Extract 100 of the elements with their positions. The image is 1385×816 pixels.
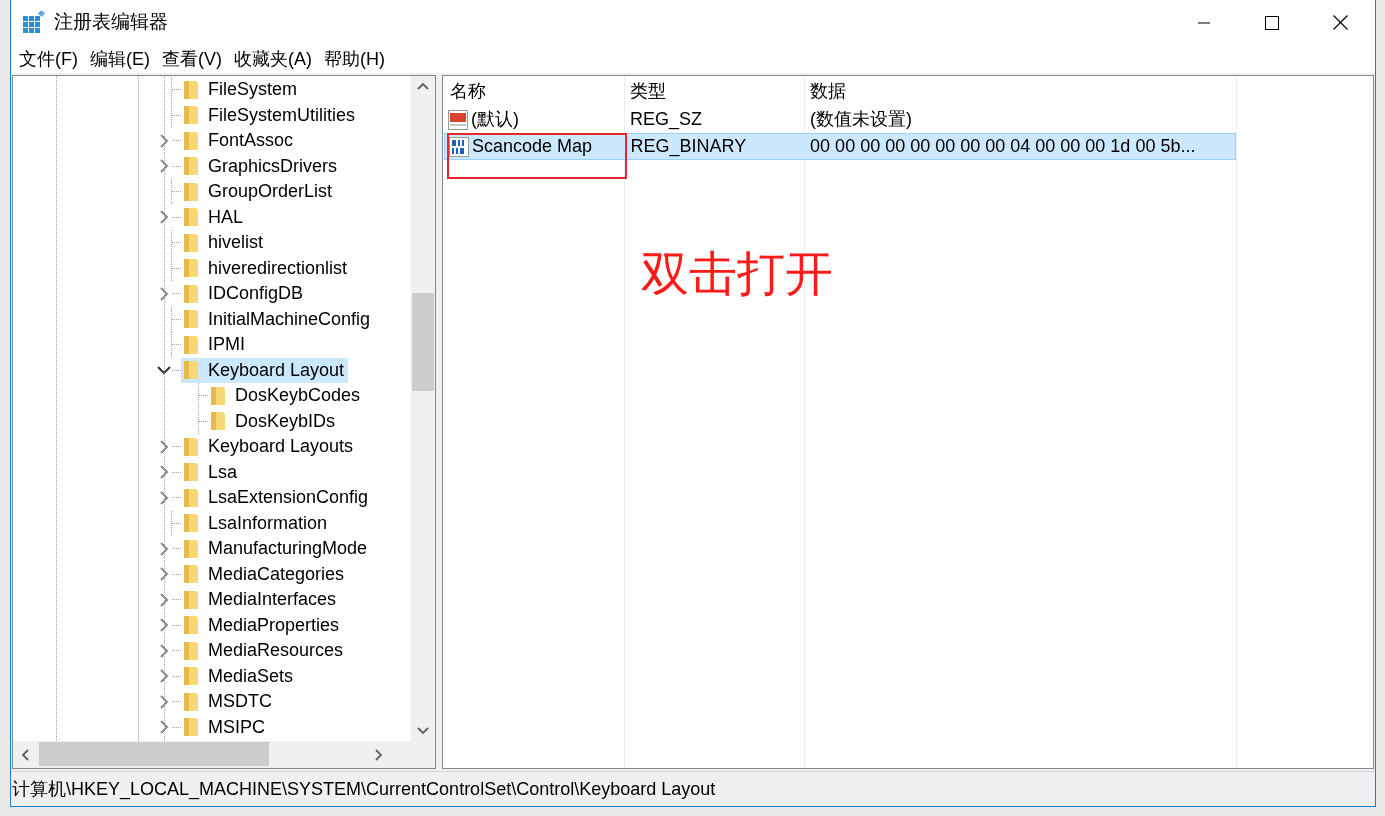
vertical-scrollbar[interactable] xyxy=(411,76,435,741)
annotation-text: 双击打开 xyxy=(641,248,833,301)
registry-editor-icon xyxy=(22,10,46,35)
column-header[interactable]: 名称 xyxy=(444,77,624,105)
folder-icon xyxy=(183,538,199,559)
tree-item[interactable]: InitialMachineConfig xyxy=(181,306,375,332)
column-header[interactable]: 数据 xyxy=(804,77,1236,105)
folder-icon xyxy=(210,411,226,432)
folder-icon xyxy=(210,385,226,406)
folder-icon xyxy=(183,462,199,483)
tree-item[interactable]: HAL xyxy=(181,204,247,230)
folder-icon xyxy=(183,487,199,508)
tree-item[interactable]: IDConfigDB xyxy=(181,281,308,307)
tree-item[interactable]: MediaCategories xyxy=(181,561,349,587)
tree-item[interactable]: FontAssoc xyxy=(181,128,298,154)
menu-item[interactable]: 帮助(H) xyxy=(322,45,392,73)
tree-item[interactable]: Keyboard Layout xyxy=(181,357,349,383)
menu-item[interactable]: 编辑(E) xyxy=(88,45,157,73)
scroll-right-icon xyxy=(375,748,383,761)
minimize-icon xyxy=(1198,21,1210,24)
chevron-right-icon xyxy=(159,567,169,582)
folder-icon xyxy=(183,309,199,330)
chevron-right-icon xyxy=(159,643,169,658)
tree-item[interactable]: DosKeybCodes xyxy=(208,383,365,409)
table-cell-text: (数值未设置) xyxy=(809,108,913,131)
scroll-down-icon xyxy=(417,727,429,735)
folder-icon xyxy=(183,207,199,228)
tree-item[interactable]: GraphicsDrivers xyxy=(181,153,342,179)
folder-icon xyxy=(183,79,199,100)
scroll-up-icon xyxy=(417,82,429,90)
chevron-right-icon xyxy=(159,592,169,607)
horizontal-scrollbar[interactable] xyxy=(13,741,411,768)
tree-item[interactable]: ManufacturingMode xyxy=(181,536,372,562)
folder-icon xyxy=(183,258,199,279)
maximize-icon xyxy=(1265,15,1279,30)
menu-item[interactable]: 收藏夹(A) xyxy=(232,45,319,73)
menu-item[interactable]: 文件(F) xyxy=(17,45,85,73)
chevron-right-icon xyxy=(159,669,169,684)
window-title: 注册表编辑器 xyxy=(54,10,168,35)
scroll-thumb[interactable] xyxy=(39,742,269,766)
tree-item[interactable]: GroupOrderList xyxy=(181,179,337,205)
tree-item[interactable]: IPMI xyxy=(181,332,249,358)
tree-item[interactable]: MSIPC xyxy=(181,714,269,740)
string-value-icon xyxy=(448,109,468,130)
chevron-right-icon xyxy=(159,694,169,709)
tree-item[interactable]: Lsa xyxy=(181,459,242,485)
folder-icon xyxy=(183,156,199,177)
status-path: 计算机\HKEY_LOCAL_MACHINE\SYSTEM\CurrentControlSet\Control\Keyboard Layout xyxy=(12,777,716,802)
tree-item[interactable]: DosKeybIDs xyxy=(208,408,340,434)
value-name: Scancode Map xyxy=(472,135,593,158)
chevron-right-icon xyxy=(159,159,169,174)
table-cell-text: REG_BINARY xyxy=(629,135,748,159)
folder-icon xyxy=(183,436,199,457)
scroll-left-icon xyxy=(21,748,29,761)
column-header[interactable]: 类型 xyxy=(624,77,804,105)
folder-icon xyxy=(183,283,199,304)
chevron-right-icon xyxy=(159,490,169,505)
folder-icon xyxy=(183,130,199,151)
chevron-right-icon xyxy=(159,133,169,148)
folder-icon xyxy=(183,564,199,585)
menu-item[interactable]: 查看(V) xyxy=(160,45,229,73)
folder-icon xyxy=(183,666,199,687)
chevron-right-icon xyxy=(159,465,169,480)
table-cell-text: REG_SZ xyxy=(629,108,704,132)
chevron-right-icon xyxy=(159,541,169,556)
tree-item[interactable]: LsaInformation xyxy=(181,510,332,536)
chevron-right-icon xyxy=(159,286,169,301)
tree-item[interactable]: MediaInterfaces xyxy=(181,587,341,613)
folder-icon xyxy=(183,360,199,381)
folder-icon xyxy=(183,334,199,355)
chevron-right-icon xyxy=(159,439,169,454)
chevron-right-icon xyxy=(159,618,169,633)
folder-icon xyxy=(183,232,199,253)
binary-value-icon xyxy=(449,136,469,157)
folder-icon xyxy=(183,513,199,534)
chevron-right-icon xyxy=(159,720,169,735)
folder-icon xyxy=(183,105,199,126)
folder-icon xyxy=(183,181,199,202)
tree-item[interactable]: MediaResources xyxy=(181,638,348,664)
folder-icon xyxy=(183,589,199,610)
tree-item[interactable]: FileSystem xyxy=(181,77,301,103)
tree-item[interactable]: MediaSets xyxy=(181,663,298,689)
tree-item[interactable]: hivelist xyxy=(181,230,268,256)
value-name: (默认) xyxy=(471,108,519,131)
folder-icon xyxy=(183,640,199,661)
folder-icon xyxy=(183,615,199,636)
tree-item[interactable]: hiveredirectionlist xyxy=(181,255,352,281)
tree-item[interactable]: FileSystemUtilities xyxy=(181,102,360,128)
value-row[interactable]: Scancode Map REG_BINARY 00 00 00 00 00 00 00 00 04 00 00 00 1d 00 5b... xyxy=(444,133,1236,160)
folder-icon xyxy=(183,717,199,738)
table-cell-text: 00 00 00 00 00 00 00 00 04 00 00 00 1d 00 5b... xyxy=(809,135,1197,158)
chevron-down-icon xyxy=(157,365,171,376)
scroll-thumb[interactable] xyxy=(412,293,434,391)
tree-item[interactable]: LsaExtensionConfig xyxy=(181,485,373,511)
tree-item[interactable]: Keyboard Layouts xyxy=(181,434,358,460)
folder-icon xyxy=(183,691,199,712)
tree-item[interactable]: MediaProperties xyxy=(181,612,344,638)
tree-item[interactable]: MSDTC xyxy=(181,689,276,715)
value-row[interactable]: (默认) REG_SZ (数值未设置) xyxy=(444,106,1236,133)
chevron-right-icon xyxy=(159,210,169,225)
